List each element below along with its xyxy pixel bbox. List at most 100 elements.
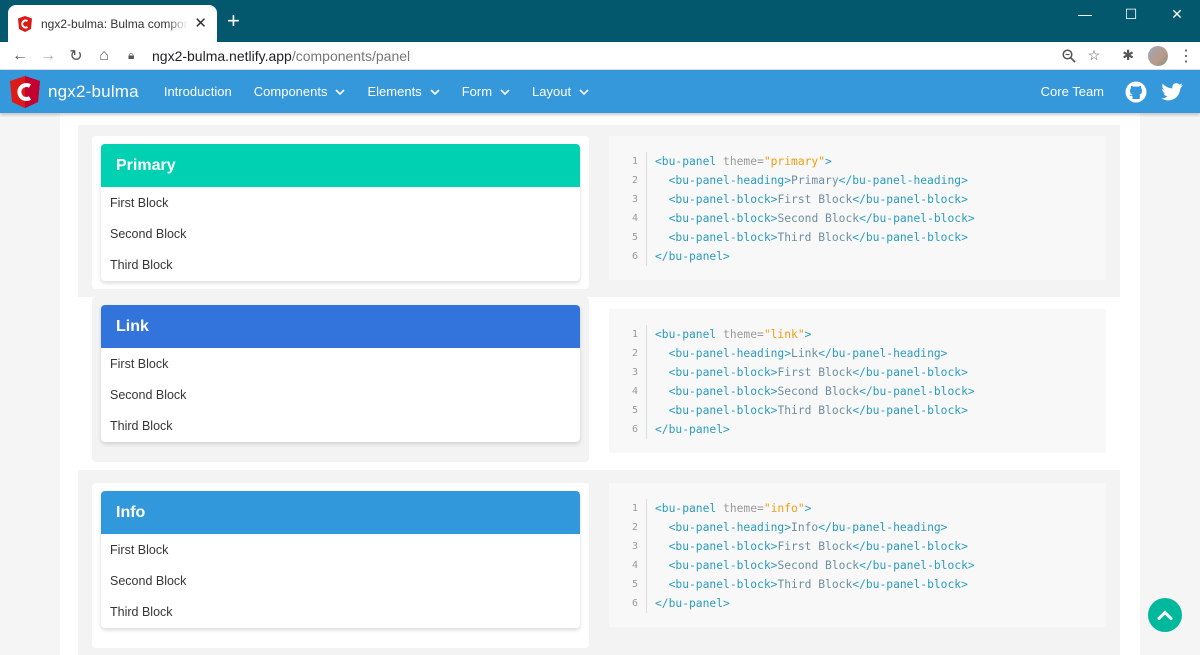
line-number: 2 bbox=[631, 175, 638, 186]
page-content: Primary First Block Second Block Third B… bbox=[0, 113, 1200, 655]
code-token: </bu-panel-block> bbox=[852, 540, 968, 553]
brand-name: ngx2-bulma bbox=[48, 81, 139, 101]
brand[interactable]: ngx2-bulma bbox=[10, 75, 139, 108]
angular-favicon-icon bbox=[18, 15, 32, 32]
panel-block[interactable]: Third Block bbox=[101, 597, 580, 628]
code-token: First Block bbox=[777, 193, 853, 206]
code-token: theme= bbox=[723, 328, 764, 341]
line-number: 5 bbox=[631, 232, 638, 243]
code-token: <bu-panel-block> bbox=[655, 540, 778, 553]
nav-introduction[interactable]: Introduction bbox=[164, 84, 232, 99]
panel-block[interactable]: Second Block bbox=[101, 379, 580, 410]
nav-form[interactable]: Form bbox=[462, 84, 510, 99]
panel-link: Link First Block Second Block Third Bloc… bbox=[101, 305, 580, 442]
code-text: <bu-panel-block>First Block</bu-panel-bl… bbox=[655, 193, 968, 206]
code-text: <bu-panel-heading>Link</bu-panel-heading… bbox=[655, 347, 948, 360]
line-number: 5 bbox=[631, 579, 638, 590]
tab-close-icon[interactable]: ✕ bbox=[194, 16, 207, 31]
panel-block[interactable]: Second Block bbox=[101, 565, 580, 596]
code-text: <bu-panel-block>Third Block</bu-panel-bl… bbox=[655, 404, 968, 417]
forward-icon[interactable]: → bbox=[34, 44, 62, 68]
code-line: 3 <bu-panel-block>First Block</bu-panel-… bbox=[623, 537, 1106, 556]
bookmark-star-icon[interactable]: ☆ bbox=[1088, 47, 1101, 64]
code-token: </bu-panel-block> bbox=[852, 231, 968, 244]
lock-icon[interactable]: 🔒︎ bbox=[128, 48, 142, 63]
line-number: 2 bbox=[631, 522, 638, 533]
code-text: <bu-panel-heading>Primary</bu-panel-head… bbox=[655, 174, 968, 187]
panel-example-info: Info First Block Second Block Third Bloc… bbox=[78, 470, 1120, 655]
panel-block[interactable]: First Block bbox=[101, 187, 580, 218]
address-bar[interactable]: 🔒︎ ngx2-bulma.netlify.app /components/pa… bbox=[122, 44, 1106, 68]
panel-block[interactable]: Third Block bbox=[101, 411, 580, 442]
code-token: > bbox=[804, 328, 812, 341]
panel-example-link: Link First Block Second Block Third Bloc… bbox=[78, 297, 1120, 470]
nav-elements[interactable]: Elements bbox=[367, 84, 440, 99]
code-text: <bu-panel theme="primary"> bbox=[655, 155, 832, 168]
line-number: 6 bbox=[631, 424, 638, 435]
maximize-icon[interactable]: ☐ bbox=[1108, 0, 1154, 28]
code-token: </bu-panel-block> bbox=[852, 578, 968, 591]
panel-block[interactable]: First Block bbox=[101, 348, 580, 379]
code-token: Link bbox=[791, 347, 819, 360]
code-token: Third Block bbox=[777, 231, 853, 244]
code-token: "link" bbox=[763, 328, 805, 341]
angular-logo-icon bbox=[10, 75, 40, 108]
code-text: <bu-panel-block>Third Block</bu-panel-bl… bbox=[655, 231, 968, 244]
panel-heading: Primary bbox=[101, 144, 580, 187]
code-line: 2 <bu-panel-heading>Link</bu-panel-headi… bbox=[623, 344, 1106, 363]
code-token: > bbox=[804, 502, 812, 515]
nav-label: Components bbox=[253, 84, 328, 99]
code-token: <bu-panel-heading> bbox=[655, 521, 792, 534]
code-token: Second Block bbox=[777, 559, 860, 572]
code-line: 2 <bu-panel-heading>Primary</bu-panel-he… bbox=[623, 171, 1106, 190]
code-token: <bu-panel-block> bbox=[655, 385, 778, 398]
code-line: 5 <bu-panel-block>Third Block</bu-panel-… bbox=[623, 575, 1106, 594]
back-icon[interactable]: ← bbox=[6, 44, 34, 68]
panel-block[interactable]: Third Block bbox=[101, 250, 580, 281]
minimize-icon[interactable]: ― bbox=[1062, 0, 1108, 28]
code-token: theme= bbox=[723, 502, 764, 515]
nav-core-team[interactable]: Core Team bbox=[1041, 84, 1104, 99]
zoom-icon[interactable] bbox=[1062, 48, 1076, 63]
url-path: /components/panel bbox=[291, 47, 411, 64]
line-number: 1 bbox=[631, 503, 638, 514]
browser-menu-icon[interactable]: ⋮ bbox=[1178, 46, 1194, 66]
code-snippet: 1 <bu-panel theme="primary"> 2 <bu-panel-h… bbox=[609, 136, 1106, 280]
panel-block[interactable]: Second Block bbox=[101, 218, 580, 249]
panel-block[interactable]: First Block bbox=[101, 534, 580, 565]
code-text: </bu-panel> bbox=[655, 423, 730, 436]
code-token: "primary" bbox=[763, 155, 826, 168]
scroll-to-top-button[interactable] bbox=[1148, 598, 1182, 632]
code-token: theme= bbox=[723, 155, 764, 168]
window-close-icon[interactable]: ✕ bbox=[1154, 0, 1200, 28]
code-token: </bu-panel-block> bbox=[852, 366, 968, 379]
code-text: <bu-panel theme="link"> bbox=[655, 328, 811, 341]
home-icon[interactable]: ⌂ bbox=[90, 44, 118, 68]
line-number: 2 bbox=[631, 348, 638, 359]
chevron-up-icon bbox=[1157, 610, 1173, 620]
browser-toolbar: ← → ↻ ⌂ 🔒︎ ngx2-bulma.netlify.app /compo… bbox=[0, 42, 1200, 70]
extensions-icon[interactable]: ✱ bbox=[1122, 47, 1134, 64]
code-text: <bu-panel-block>First Block</bu-panel-bl… bbox=[655, 366, 968, 379]
new-tab-icon[interactable]: + bbox=[227, 10, 240, 32]
line-number: 1 bbox=[631, 329, 638, 340]
code-token: </bu-panel> bbox=[655, 423, 730, 436]
code-token: <bu-panel bbox=[655, 155, 724, 168]
line-number: 6 bbox=[631, 251, 638, 262]
code-token: <bu-panel bbox=[655, 328, 724, 341]
github-icon[interactable] bbox=[1125, 81, 1147, 103]
nav-layout[interactable]: Layout bbox=[532, 84, 589, 99]
reload-icon[interactable]: ↻ bbox=[62, 44, 90, 68]
line-number: 4 bbox=[631, 386, 638, 397]
line-number: 6 bbox=[631, 598, 638, 609]
browser-tab[interactable]: ngx2-bulma: Bulma components for Angular… bbox=[8, 5, 217, 42]
twitter-icon[interactable] bbox=[1161, 82, 1183, 101]
line-number: 3 bbox=[631, 541, 638, 552]
code-text: <bu-panel theme="info"> bbox=[655, 502, 811, 515]
panel-preview-card: Link First Block Second Block Third Bloc… bbox=[92, 297, 589, 462]
nav-components[interactable]: Components bbox=[254, 84, 346, 99]
panel-example-primary: Primary First Block Second Block Third B… bbox=[78, 125, 1120, 297]
profile-avatar[interactable] bbox=[1148, 45, 1168, 66]
code-text: </bu-panel> bbox=[655, 250, 730, 263]
line-number: 3 bbox=[631, 194, 638, 205]
